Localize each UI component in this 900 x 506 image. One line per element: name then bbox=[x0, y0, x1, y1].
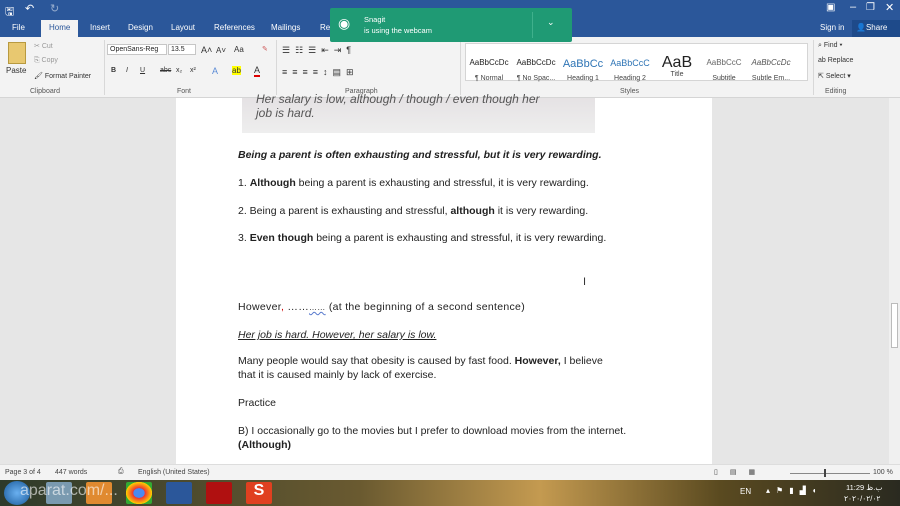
status-bar: Page 3 of 4 447 words ⎙ English (United … bbox=[0, 464, 900, 480]
close-button[interactable]: ✕ bbox=[885, 1, 894, 14]
view-buttons[interactable]: ▯▤▦ bbox=[714, 468, 767, 476]
style-subtitle[interactable]: AaBbCcC Subtitle bbox=[701, 58, 747, 82]
however-rule: However, ………… (at the beginning of a sec… bbox=[238, 301, 525, 313]
vertical-scrollbar[interactable] bbox=[889, 98, 900, 464]
input-language[interactable]: EN bbox=[740, 487, 751, 496]
practice-item-b: B) I occasionally go to the movies but I… bbox=[238, 425, 627, 451]
tab-design[interactable]: Design bbox=[128, 23, 153, 32]
styles-gallery: AaBbCcDc ¶ Normal AaBbCcDc ¶ No Spac... Aa… bbox=[465, 43, 808, 82]
format-painter-button[interactable]: 🖌 Format Painter bbox=[34, 72, 91, 80]
text-cursor-icon: I bbox=[583, 276, 587, 288]
document-area: Her salary is low, although / though / e… bbox=[0, 92, 900, 464]
list-item: 3. Even though being a parent is exhaust… bbox=[238, 232, 607, 244]
change-case-button[interactable]: Aa bbox=[234, 45, 244, 54]
list-item: 2. Being a parent is exhausting and stre… bbox=[238, 205, 589, 217]
minimize-button[interactable]: – bbox=[850, 1, 856, 13]
redo-icon[interactable]: ↻ bbox=[50, 2, 59, 15]
tab-mailings[interactable]: Mailings bbox=[271, 23, 300, 32]
replace-button[interactable]: ab Replace bbox=[818, 57, 853, 64]
list-item: 1. Although being a parent is exhausting… bbox=[238, 177, 589, 189]
taskbar: S aparat.com/... EN ▴⚑▮▟◖ 11:29 ب.ظ ۲۰۲۰… bbox=[0, 480, 900, 506]
language[interactable]: English (United States) bbox=[138, 469, 210, 476]
list-buttons[interactable]: ☰☷☰⇤⇥¶ bbox=[282, 45, 356, 56]
style-normal[interactable]: AaBbCcDc ¶ Normal bbox=[466, 58, 512, 82]
clear-formatting-icon[interactable]: ✎ bbox=[262, 45, 268, 53]
style-no-spacing[interactable]: AaBbCcDc ¶ No Spac... bbox=[513, 58, 559, 82]
style-heading-1[interactable]: AaBbCc Heading 1 bbox=[560, 58, 606, 82]
ribbon: Paste ✂ Cut ⎘ Copy 🖌 Format Painter Clip… bbox=[0, 37, 900, 98]
watermark: aparat.com/... bbox=[20, 482, 118, 499]
style-title[interactable]: AaB Title bbox=[654, 54, 700, 78]
paste-icon[interactable] bbox=[8, 42, 26, 64]
chevron-down-icon[interactable]: ⌄ bbox=[547, 17, 555, 28]
tab-layout[interactable]: Layout bbox=[171, 23, 195, 32]
strikethrough-button[interactable]: abc bbox=[160, 67, 171, 74]
snagit-webcam-notification[interactable]: ◉ Snagit is using the webcam ⌄ bbox=[330, 8, 572, 42]
italic-button[interactable]: I bbox=[126, 67, 128, 74]
heading-sentence: Being a parent is often exhausting and s… bbox=[238, 149, 602, 161]
bold-button[interactable]: B bbox=[111, 67, 116, 74]
zoom-level[interactable]: 100 % bbox=[873, 469, 893, 476]
chrome-icon[interactable] bbox=[126, 482, 152, 504]
tab-references[interactable]: References bbox=[214, 23, 255, 32]
text-effects-icon[interactable]: A bbox=[212, 66, 218, 76]
page-count[interactable]: Page 3 of 4 bbox=[5, 469, 41, 476]
font-size-select[interactable]: 13.5 bbox=[168, 44, 196, 55]
tab-file[interactable]: File bbox=[12, 23, 25, 32]
snagit-icon[interactable]: S bbox=[246, 482, 272, 504]
select-button[interactable]: ⇱ Select ▾ bbox=[818, 72, 851, 80]
ribbon-display-icon[interactable]: ▣ bbox=[826, 2, 835, 13]
styles-group-label: Styles bbox=[620, 88, 640, 95]
editing-group-label: Editing bbox=[825, 88, 847, 95]
undo-icon[interactable]: ↶ bbox=[25, 2, 34, 15]
clock-time[interactable]: 11:29 ب.ظ bbox=[846, 483, 882, 492]
style-subtle-emphasis[interactable]: AaBbCcDc Subtle Em... bbox=[748, 58, 794, 82]
font-group-label: Font bbox=[177, 88, 192, 95]
practice-heading: Practice bbox=[238, 397, 276, 409]
example-sentence: Her job is hard. However, her salary is … bbox=[238, 329, 437, 341]
tray-icons[interactable]: ▴⚑▮▟◖ bbox=[766, 486, 823, 495]
person-icon: 👤 bbox=[856, 23, 866, 32]
cut-button[interactable]: ✂ Cut bbox=[34, 42, 53, 50]
scrollbar-thumb[interactable] bbox=[891, 303, 898, 348]
subscript-button[interactable]: x₂ bbox=[176, 67, 182, 74]
document-page[interactable]: Her salary is low, although / though / e… bbox=[176, 92, 712, 464]
highlight-icon[interactable]: ab bbox=[232, 66, 241, 75]
find-button[interactable]: ⌕ Find ▾ bbox=[818, 42, 842, 50]
tab-review[interactable]: Re bbox=[320, 23, 330, 32]
obesity-paragraph: Many people would say that obesity is ca… bbox=[238, 355, 603, 381]
clock-date[interactable]: ۲۰۲۰/۰۲/۰۲ bbox=[844, 494, 880, 503]
tab-home[interactable]: Home bbox=[41, 20, 79, 37]
underline-button[interactable]: U bbox=[140, 67, 145, 74]
sign-in-link[interactable]: Sign in bbox=[820, 23, 844, 32]
share-button[interactable]: 👤Share bbox=[852, 20, 900, 37]
webcam-icon: ◉ bbox=[338, 15, 351, 31]
font-name-select[interactable]: OpenSans-Reg bbox=[107, 44, 167, 55]
zoom-slider[interactable] bbox=[790, 469, 870, 477]
style-heading-2[interactable]: AaBbCcC Heading 2 bbox=[607, 58, 653, 82]
superscript-button[interactable]: x² bbox=[190, 67, 196, 74]
word-icon[interactable] bbox=[166, 482, 192, 504]
word-count[interactable]: 447 words bbox=[55, 469, 87, 476]
grow-font-button[interactable]: A˄ bbox=[201, 45, 212, 55]
clipboard-group-label: Clipboard bbox=[30, 88, 60, 95]
proofing-icon[interactable]: ⎙ bbox=[118, 468, 124, 476]
embedded-image: Her salary is low, although / though / e… bbox=[242, 92, 595, 133]
restore-button[interactable]: ❐ bbox=[866, 2, 875, 13]
paste-button[interactable]: Paste bbox=[6, 66, 26, 75]
tab-insert[interactable]: Insert bbox=[90, 23, 110, 32]
acrobat-icon[interactable] bbox=[206, 482, 232, 504]
font-color-icon[interactable]: A bbox=[254, 65, 261, 77]
copy-button[interactable]: ⎘ Copy bbox=[34, 57, 58, 65]
align-buttons[interactable]: ≡≡≡≡↕▤⊞ bbox=[282, 67, 359, 78]
shrink-font-button[interactable]: A˅ bbox=[216, 46, 226, 55]
